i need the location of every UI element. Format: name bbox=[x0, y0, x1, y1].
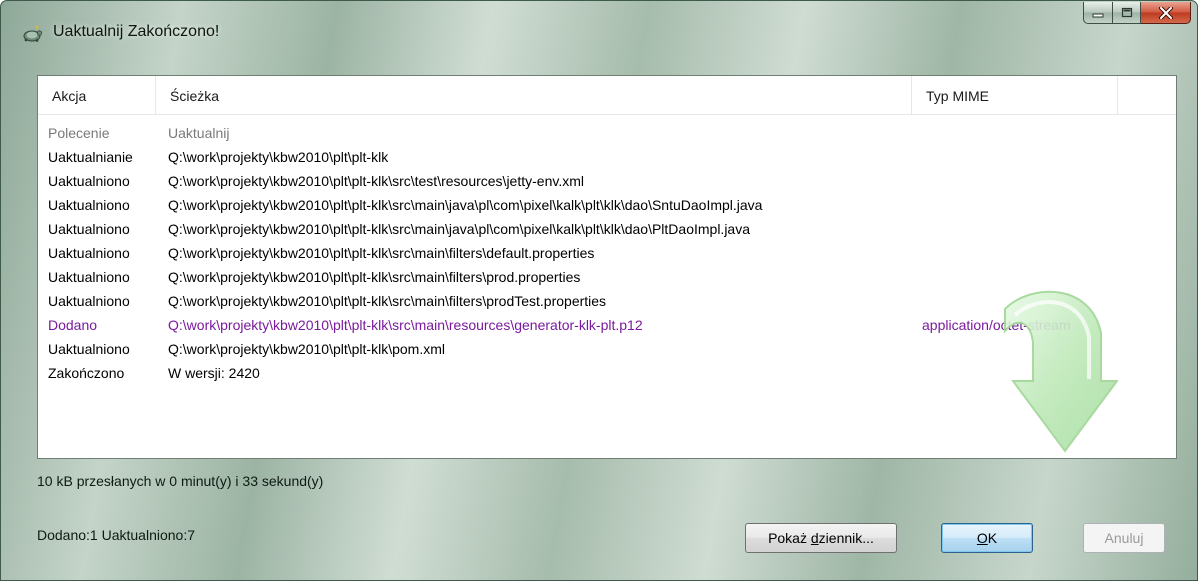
list-item-action: Dodano bbox=[48, 317, 98, 333]
column-header-mime[interactable]: Typ MIME bbox=[912, 76, 1118, 114]
column-header-action[interactable]: Akcja bbox=[38, 76, 156, 114]
list-item-path: Q:\work\projekty\kbw2010\plt\plt-klk\src… bbox=[168, 293, 607, 309]
summary-counts: Dodano:1 Uaktualniono:7 bbox=[37, 527, 196, 543]
list-item-path: Q:\work\projekty\kbw2010\plt\plt-klk\pom… bbox=[168, 341, 445, 357]
list-item-action: Uaktualniono bbox=[48, 245, 130, 261]
close-button[interactable] bbox=[1141, 2, 1191, 24]
ok-label-after: K bbox=[987, 530, 998, 546]
list-item-action: Polecenie bbox=[48, 125, 110, 141]
update-finished-window: Uaktualnij Zakończono! Akcja Ścieżka Typ… bbox=[0, 0, 1198, 581]
window-title: Uaktualnij Zakończono! bbox=[53, 23, 220, 40]
list-item[interactable]: Uaktualniono Q:\work\projekty\kbw2010\plt… bbox=[38, 241, 1176, 265]
list-item-action: Uaktualniono bbox=[48, 269, 130, 285]
caption-buttons bbox=[1083, 2, 1191, 24]
list-item[interactable]: Polecenie Uaktualnij bbox=[38, 121, 1176, 145]
list-item[interactable]: Uaktualniono Q:\work\projekty\kbw2010\plt… bbox=[38, 193, 1176, 217]
list-item-action: Zakończono bbox=[48, 365, 125, 381]
maximize-button[interactable] bbox=[1113, 2, 1141, 24]
cancel-button: Anuluj bbox=[1083, 523, 1165, 553]
ok-mnemonic: O bbox=[976, 530, 988, 546]
list-item-action: Uaktualniono bbox=[48, 221, 130, 237]
green-curved-arrow-icon bbox=[1004, 290, 1118, 453]
list-item[interactable]: Uaktualnianie Q:\work\projekty\kbw2010\pl… bbox=[38, 145, 1176, 169]
dialog-client-area: Akcja Ścieżka Typ MIME Polecenie Uaktualn… bbox=[23, 63, 1179, 580]
list-item-path: Q:\work\projekty\kbw2010\plt\plt-klk\src… bbox=[168, 221, 750, 237]
list-item-path: Q:\work\projekty\kbw2010\plt\plt-klk\src… bbox=[168, 317, 643, 333]
list-item-path: Uaktualnij bbox=[168, 125, 230, 141]
show-log-mnemonic: d bbox=[810, 530, 819, 546]
list-item-path: Q:\work\projekty\kbw2010\plt\plt-klk bbox=[168, 149, 389, 165]
show-log-label-before: Pokaż bbox=[768, 530, 811, 546]
minimize-icon bbox=[1092, 13, 1104, 17]
minimize-button[interactable] bbox=[1083, 2, 1113, 24]
list-item-path: Q:\work\projekty\kbw2010\plt\plt-klk\src… bbox=[168, 173, 584, 189]
list-item-path: Q:\work\projekty\kbw2010\plt\plt-klk\src… bbox=[168, 197, 763, 213]
tortoise-app-icon bbox=[23, 26, 43, 42]
title-bar[interactable]: Uaktualnij Zakończono! bbox=[1, 1, 1197, 63]
maximize-icon bbox=[1121, 7, 1132, 18]
transfer-status: 10 kB przesłanych w 0 minut(y) i 33 seku… bbox=[37, 473, 324, 489]
list-item-path: W wersji: 2420 bbox=[168, 365, 260, 381]
show-log-button[interactable]: Pokaż d ziennik... bbox=[745, 523, 897, 553]
ok-button[interactable]: OK bbox=[941, 523, 1033, 553]
column-header-path[interactable]: Ścieżka bbox=[156, 76, 912, 114]
list-item-path: Q:\work\projekty\kbw2010\plt\plt-klk\src… bbox=[168, 269, 581, 285]
list-item-path: Q:\work\projekty\kbw2010\plt\plt-klk\src… bbox=[168, 245, 595, 261]
results-list[interactable]: Akcja Ścieżka Typ MIME Polecenie Uaktualn… bbox=[37, 75, 1177, 459]
list-header: Akcja Ścieżka Typ MIME bbox=[38, 76, 1176, 115]
close-icon bbox=[1158, 6, 1173, 19]
list-item-action: Uaktualnianie bbox=[48, 149, 133, 165]
list-item-action: Uaktualniono bbox=[48, 293, 130, 309]
list-item[interactable]: Uaktualniono Q:\work\projekty\kbw2010\plt… bbox=[38, 169, 1176, 193]
list-item-action: Uaktualniono bbox=[48, 173, 130, 189]
show-log-label-after: ziennik... bbox=[818, 530, 874, 546]
list-item-action: Uaktualniono bbox=[48, 341, 130, 357]
list-item-action: Uaktualniono bbox=[48, 197, 130, 213]
list-item[interactable]: Uaktualniono Q:\work\projekty\kbw2010\plt… bbox=[38, 217, 1176, 241]
